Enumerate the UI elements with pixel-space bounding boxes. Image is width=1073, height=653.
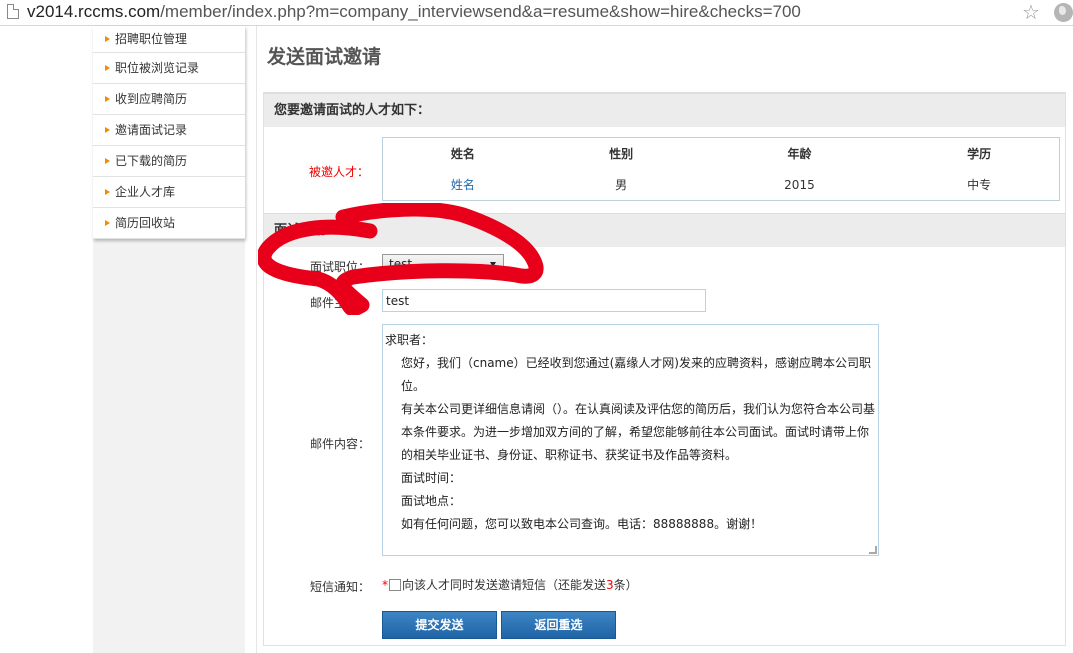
orange-arrow-icon	[105, 36, 110, 42]
position-select[interactable]: test	[382, 254, 504, 275]
sms-option: * 向该人才同时发送邀请短信（还能发送3条）	[382, 576, 638, 593]
table-header-row: 姓名 性别 年龄 学历	[383, 138, 1060, 170]
submit-send-button[interactable]: 提交发送	[382, 611, 497, 639]
sms-label: 短信通知：	[310, 580, 371, 594]
sidebar-item-label: 简历回收站	[115, 216, 176, 230]
sidebar-item-label: 招聘职位管理	[115, 32, 188, 46]
sidebar-item-downloaded-resumes[interactable]: 已下载的简历	[93, 146, 245, 177]
sms-checkbox[interactable]	[389, 579, 401, 591]
orange-arrow-icon	[105, 189, 110, 195]
sms-remaining-count: 3	[606, 578, 614, 592]
position-label: 面试职位：	[310, 260, 371, 274]
column-header-gender: 性别	[609, 147, 634, 162]
sidebar-item-label: 已下载的简历	[115, 154, 188, 168]
orange-arrow-icon	[105, 96, 110, 102]
sidebar-item-resume-recycle-bin[interactable]: 简历回收站	[93, 208, 245, 239]
invite-form-box: 您要邀请面试的人才如下： 被邀人才： 姓名 性别 年龄 学历 姓名 男 2015…	[263, 92, 1066, 646]
mail-paragraph-2: 有关本公司更详细信息请阅（）。在认真阅读及评估您的简历后，我们认为您符合本公司基…	[401, 402, 876, 462]
cell-education: 中专	[967, 178, 992, 193]
column-header-age: 年龄	[787, 147, 812, 162]
address-bar[interactable]: v2014.rccms.com/member/index.php?m=compa…	[0, 0, 1073, 26]
sidebar-item-interview-records[interactable]: 邀请面试记录	[93, 115, 245, 146]
sidebar-item-talent-pool[interactable]: 企业人才库	[93, 177, 245, 208]
mail-closing: 如有任何问题，您可以致电本公司查询。电话：88888888。谢谢！	[401, 517, 763, 531]
required-asterisk: *	[382, 578, 388, 592]
main-panel: 发送面试邀请 您要邀请面试的人才如下： 被邀人才： 姓名 性别 年龄 学历 姓名…	[256, 26, 1073, 653]
section-header-talent: 您要邀请面试的人才如下：	[264, 93, 1065, 127]
mail-paragraph-1: 您好，我们（cname）已经收到您通过(嘉缘人才网)发来的应聘资料，感谢应聘本公…	[401, 356, 871, 393]
position-select-value: test	[389, 257, 413, 271]
orange-arrow-icon	[105, 127, 110, 133]
sidebar-item-job-views[interactable]: 职位被浏览记录	[93, 53, 245, 84]
mail-greeting: 求职者：	[385, 333, 434, 347]
url-host: v2014.rccms.com	[27, 2, 161, 21]
sidebar-item-job-management[interactable]: 招聘职位管理	[93, 26, 245, 53]
sms-text-before: 向该人才同时发送邀请短信（还能发送	[402, 578, 607, 592]
sidebar-item-label: 职位被浏览记录	[115, 61, 200, 75]
sidebar: 招聘职位管理 职位被浏览记录 收到应聘简历 邀请面试记录 已下载的简历 企业人才…	[93, 26, 245, 239]
globe-icon[interactable]	[1054, 3, 1073, 22]
url-text[interactable]: v2014.rccms.com/member/index.php?m=compa…	[27, 1, 801, 23]
table-row: 姓名 男 2015 中专	[383, 170, 1060, 201]
sms-text-after: 条）	[613, 578, 638, 592]
orange-arrow-icon	[105, 65, 110, 71]
cell-name[interactable]: 姓名	[383, 170, 543, 201]
page-title: 发送面试邀请	[267, 46, 382, 68]
invited-talent-label: 被邀人才：	[309, 165, 370, 179]
cell-gender: 男	[615, 178, 628, 193]
column-header-name: 姓名	[450, 147, 475, 162]
chevron-down-icon	[490, 262, 496, 267]
talent-table: 姓名 性别 年龄 学历 姓名 男 2015 中专	[382, 137, 1060, 201]
orange-arrow-icon	[105, 158, 110, 164]
mail-interview-place: 面试地点：	[401, 494, 462, 508]
mail-subject-input[interactable]	[382, 289, 706, 312]
page-icon	[7, 4, 19, 19]
mail-content-textarea[interactable]: 求职者： 您好，我们（cname）已经收到您通过(嘉缘人才网)发来的应聘资料，感…	[382, 324, 879, 556]
mail-subject-label: 邮件主题：	[310, 296, 371, 310]
orange-arrow-icon	[105, 220, 110, 226]
url-path: /member/index.php?m=company_interviewsen…	[160, 2, 801, 21]
column-header-education: 学历	[967, 147, 992, 162]
mail-interview-time: 面试时间：	[401, 471, 462, 485]
bookmark-star-icon[interactable]: ☆	[1022, 1, 1040, 23]
section-header-invite: 面试邀请：	[264, 213, 1065, 247]
sidebar-item-label: 收到应聘简历	[115, 92, 188, 106]
sidebar-item-received-resumes[interactable]: 收到应聘简历	[93, 84, 245, 115]
sidebar-item-label: 邀请面试记录	[115, 123, 188, 137]
sidebar-item-label: 企业人才库	[115, 185, 176, 199]
talent-name-link[interactable]: 姓名	[451, 178, 475, 192]
back-reselect-button[interactable]: 返回重选	[501, 611, 616, 639]
mail-content-label: 邮件内容：	[310, 437, 371, 451]
resize-handle[interactable]	[869, 546, 877, 554]
cell-age: 2015	[784, 177, 815, 192]
